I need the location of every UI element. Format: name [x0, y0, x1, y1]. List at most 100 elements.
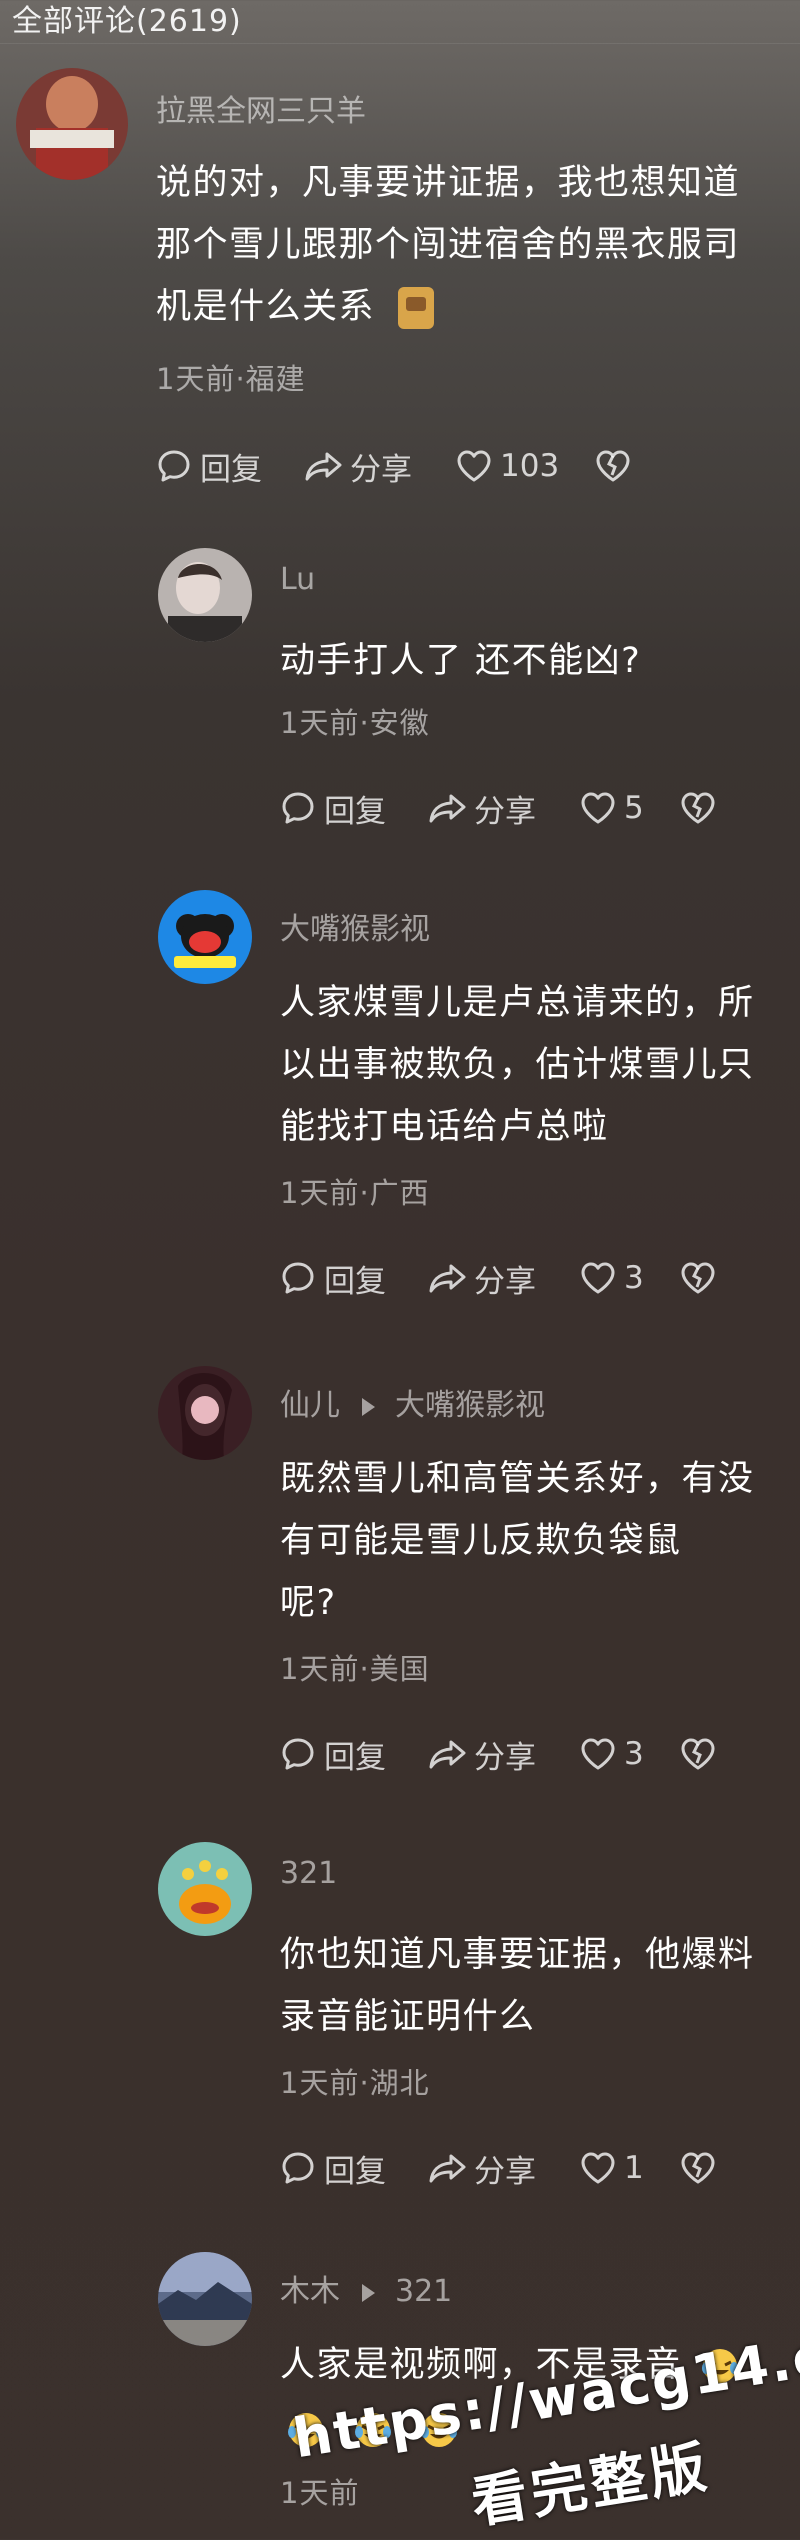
- reply-bubble-icon: [282, 2152, 314, 2184]
- comment-meta: 1天前·美国: [280, 1652, 430, 1686]
- comment-actions: 回复 分享 3: [278, 1256, 766, 1301]
- comment-text-line: 你也知道凡事要证据，他爆料: [280, 1935, 755, 1975]
- share-arrow-icon: [429, 794, 466, 823]
- comment-meta: 1天前·广西: [280, 1176, 430, 1210]
- comment-username: 仙儿 大嘴猴影视: [280, 1380, 545, 1424]
- comment-text-line: 有可能是雪儿反欺负袋鼠: [280, 1521, 682, 1561]
- reply-button[interactable]: 回复: [278, 1256, 386, 1301]
- reply-item: Lu 动手打人了 还不能凶? 1天前·安徽 回复 分享 5: [0, 548, 800, 848]
- dislike-button[interactable]: [593, 446, 639, 486]
- like-count: 5: [624, 790, 644, 826]
- reply-button[interactable]: 回复: [278, 1732, 386, 1777]
- reply-item: 大嘴猴影视 人家煤雪儿是卢总请来的，所 以出事被欺负，估计煤雪儿只 能找打电话给…: [0, 890, 800, 1310]
- comment-meta: 1天前·安徽: [280, 706, 430, 740]
- comment-username[interactable]: 大嘴猴影视: [280, 904, 430, 948]
- reply-author[interactable]: 木木: [280, 2274, 340, 2309]
- comment-actions: 回复 分享 5: [278, 786, 766, 831]
- share-button[interactable]: 分享: [304, 444, 412, 489]
- comment-text: 既然雪儿和高管关系好，有没 有可能是雪儿反欺负袋鼠 呢?: [280, 1448, 790, 1634]
- heart-icon: [581, 1738, 615, 1770]
- comment-text-line: 既然雪儿和高管关系好，有没: [280, 1459, 755, 1499]
- heart-icon: [457, 450, 491, 482]
- reply-item: 321 你也知道凡事要证据，他爆料 录音能证明什么 1天前·湖北 回复 分享 1: [0, 1842, 800, 2202]
- avatar[interactable]: [158, 548, 252, 642]
- comment-username[interactable]: Lu: [280, 562, 315, 597]
- broken-heart-icon: [681, 1738, 715, 1770]
- share-label: 分享: [350, 451, 412, 488]
- broken-heart-icon: [681, 2152, 715, 2184]
- comment-text: 你也知道凡事要证据，他爆料 录音能证明什么: [280, 1924, 790, 2048]
- share-arrow-icon: [305, 452, 342, 481]
- comment-meta: 1天前: [280, 2476, 360, 2510]
- share-arrow-icon: [429, 1740, 466, 1769]
- comment-text-line: 能找打电话给卢总啦: [280, 1107, 609, 1147]
- comment-actions: 回复 分享 1: [278, 2146, 766, 2191]
- like-button[interactable]: 3: [578, 1734, 644, 1774]
- broken-heart-icon: [681, 1262, 715, 1294]
- comment-text-line: 以出事被欺负，估计煤雪儿只: [280, 1045, 755, 1085]
- like-count: 103: [500, 448, 560, 484]
- comment-username[interactable]: 拉黑全网三只羊: [156, 86, 366, 130]
- like-button[interactable]: 103: [454, 446, 559, 486]
- share-label: 分享: [474, 793, 536, 830]
- avatar[interactable]: [158, 890, 252, 984]
- heart-icon: [581, 2152, 615, 2184]
- share-label: 分享: [474, 2153, 536, 2190]
- like-count: 3: [624, 1260, 644, 1296]
- like-button[interactable]: 5: [578, 788, 644, 828]
- reply-item: 仙儿 大嘴猴影视 既然雪儿和高管关系好，有没 有可能是雪儿反欺负袋鼠 呢? 1天前…: [0, 1366, 800, 1786]
- heart-icon: [581, 792, 615, 824]
- reply-bubble-icon: [282, 1738, 314, 1770]
- broken-heart-icon: [681, 792, 715, 824]
- comment-item: 拉黑全网三只羊 说的对，凡事要讲证据，我也想知道 那个雪儿跟那个闯进宿舍的黑衣服…: [0, 48, 800, 488]
- reply-button[interactable]: 回复: [154, 444, 262, 489]
- comment-username: 木木 321: [280, 2266, 452, 2310]
- like-count: 1: [624, 2150, 644, 2186]
- reply-arrow-icon: [362, 2283, 375, 2302]
- dislike-button[interactable]: [678, 2148, 724, 2188]
- reply-author[interactable]: 仙儿: [280, 1388, 340, 1423]
- comment-text-line: 人家煤雪儿是卢总请来的，所: [280, 983, 755, 1023]
- comment-text-line: 呢?: [280, 1583, 337, 1623]
- reply-label: 回复: [324, 2153, 386, 2190]
- dislike-button[interactable]: [678, 1258, 724, 1298]
- like-button[interactable]: 3: [578, 1258, 644, 1298]
- dislike-button[interactable]: [678, 1734, 724, 1774]
- comment-text-line: 动手打人了 还不能凶?: [280, 641, 642, 681]
- comment-text: 说的对，凡事要讲证据，我也想知道 那个雪儿跟那个闯进宿舍的黑衣服司 机是什么关系: [156, 152, 786, 338]
- heart-icon: [581, 1262, 615, 1294]
- share-label: 分享: [474, 1263, 536, 1300]
- doge-emoji-icon: [397, 287, 434, 329]
- comment-text-line: 那个雪儿跟那个闯进宿舍的黑衣服司: [156, 225, 741, 265]
- comment-text-line: 机是什么关系: [156, 287, 376, 327]
- avatar[interactable]: [158, 2252, 252, 2346]
- dislike-button[interactable]: [678, 788, 724, 828]
- reply-target[interactable]: 大嘴猴影视: [395, 1388, 545, 1423]
- avatar[interactable]: [158, 1366, 252, 1460]
- comment-username[interactable]: 321: [280, 1856, 337, 1891]
- avatar[interactable]: [16, 68, 128, 180]
- share-button[interactable]: 分享: [428, 786, 536, 831]
- reply-arrow-icon: [362, 1397, 375, 1416]
- comment-meta: 1天前·湖北: [280, 2066, 430, 2100]
- like-count: 3: [624, 1736, 644, 1772]
- comment-text-line: 录音能证明什么: [280, 1997, 536, 2037]
- reply-button[interactable]: 回复: [278, 2146, 386, 2191]
- share-button[interactable]: 分享: [428, 2146, 536, 2191]
- share-button[interactable]: 分享: [428, 1732, 536, 1777]
- share-arrow-icon: [429, 2154, 466, 2183]
- like-button[interactable]: 1: [578, 2148, 644, 2188]
- share-button[interactable]: 分享: [428, 1256, 536, 1301]
- share-label: 分享: [474, 1739, 536, 1776]
- reply-label: 回复: [324, 793, 386, 830]
- reply-label: 回复: [324, 1739, 386, 1776]
- reply-target[interactable]: 321: [395, 2274, 452, 2309]
- share-arrow-icon: [429, 1264, 466, 1293]
- reply-label: 回复: [324, 1263, 386, 1300]
- reply-bubble-icon: [282, 1262, 314, 1294]
- comment-text: 动手打人了 还不能凶?: [280, 630, 780, 692]
- reply-label: 回复: [200, 451, 262, 488]
- reply-button[interactable]: 回复: [278, 786, 386, 831]
- comments-header: 全部评论(2619): [0, 0, 800, 44]
- avatar[interactable]: [158, 1842, 252, 1936]
